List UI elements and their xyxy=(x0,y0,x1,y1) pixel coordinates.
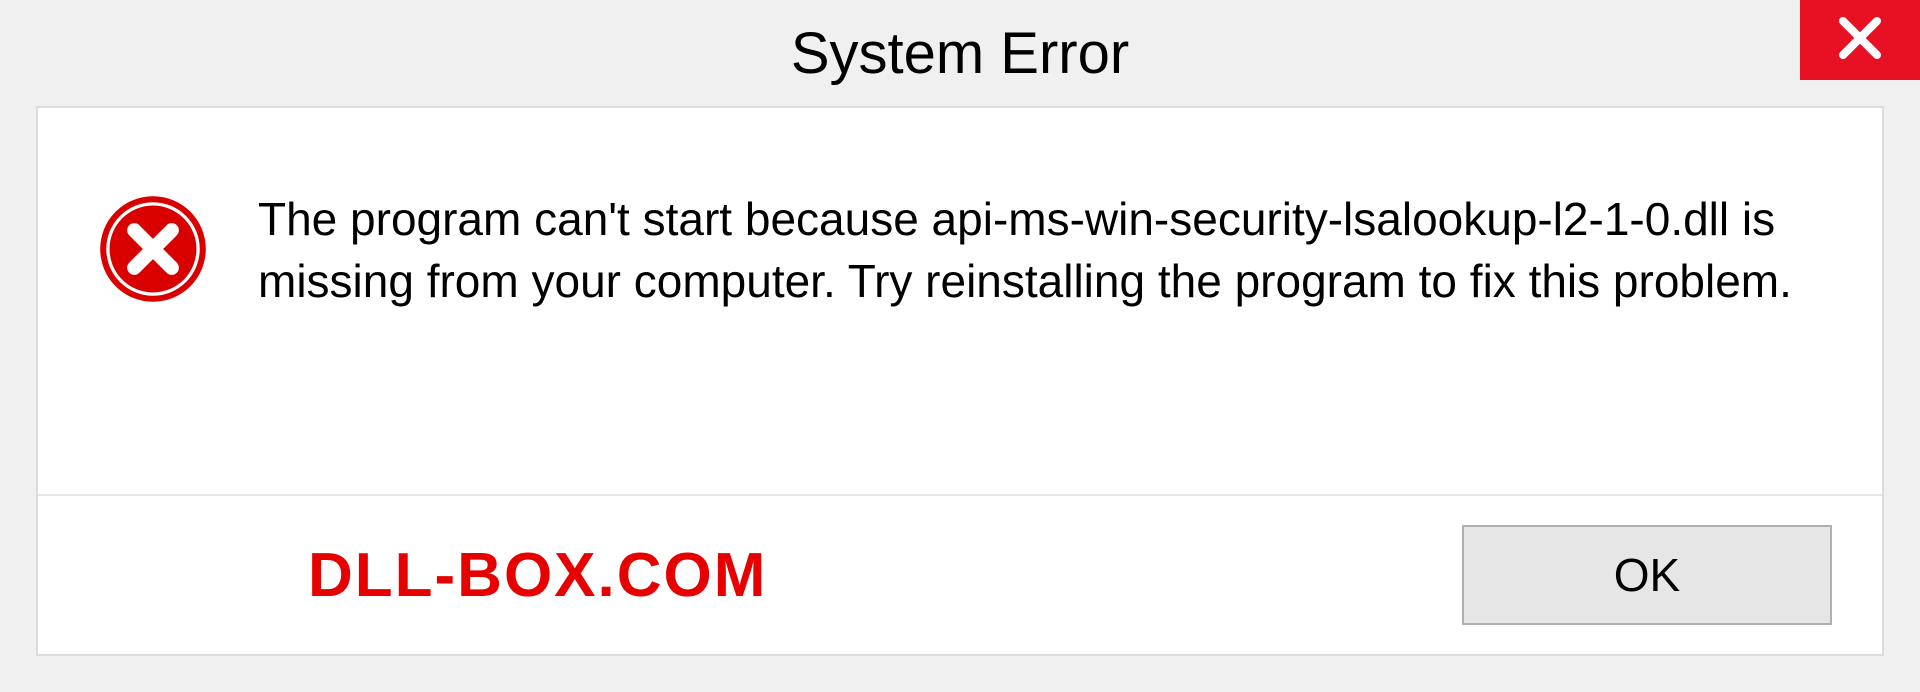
close-icon xyxy=(1835,13,1885,68)
message-row: The program can't start because api-ms-w… xyxy=(38,108,1882,352)
close-button[interactable] xyxy=(1800,0,1920,80)
error-message: The program can't start because api-ms-w… xyxy=(258,188,1818,312)
titlebar: System Error xyxy=(0,0,1920,106)
footer-row: DLL-BOX.COM OK xyxy=(38,494,1882,654)
content-panel: The program can't start because api-ms-w… xyxy=(36,106,1884,656)
ok-button[interactable]: OK xyxy=(1462,525,1832,625)
watermark-text: DLL-BOX.COM xyxy=(308,540,767,611)
error-icon xyxy=(98,194,208,304)
dialog-title: System Error xyxy=(791,20,1129,87)
